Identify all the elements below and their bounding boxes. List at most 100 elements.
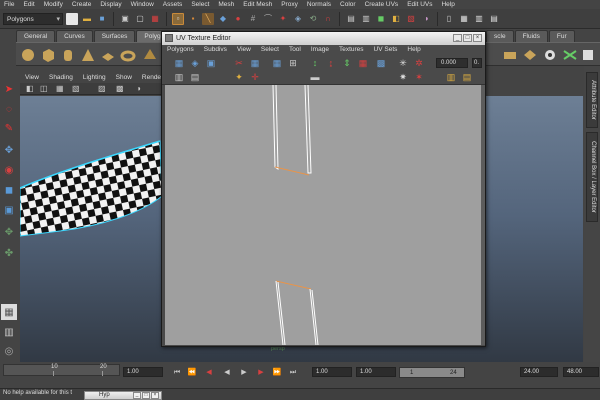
scale-tool-icon[interactable]: ◼ xyxy=(1,182,17,198)
lights-icon[interactable]: ◑ xyxy=(136,84,141,93)
menu-assets[interactable]: Assets xyxy=(159,0,188,9)
minimize-icon[interactable]: _ xyxy=(453,34,462,42)
step-back-key-icon[interactable]: ⏪ xyxy=(187,368,197,378)
shelf-tab-fur[interactable]: Fur xyxy=(548,30,575,42)
shelf-tab-muscle[interactable]: scle xyxy=(486,30,514,42)
show-tool-settings-icon[interactable]: ▥ xyxy=(473,13,485,25)
go-to-end-icon[interactable]: ⏭ xyxy=(288,368,298,378)
select-component-icon[interactable]: ▦ xyxy=(149,13,161,25)
uv-menu-image[interactable]: Image xyxy=(306,45,334,55)
uv-distortion-icon[interactable]: ✲ xyxy=(414,58,424,68)
uv-copy-icon[interactable]: ▥ xyxy=(446,72,456,82)
smooth-shade-icon[interactable]: ▨ xyxy=(98,84,106,93)
go-to-start-icon[interactable]: ⏮ xyxy=(172,368,182,378)
select-object-icon[interactable]: ▢ xyxy=(134,13,146,25)
show-attribute-editor-icon[interactable]: ▦ xyxy=(458,13,470,25)
lasso-tool-icon[interactable]: ◌ xyxy=(1,101,17,117)
wireframe-icon[interactable]: ▧ xyxy=(72,84,80,93)
menu-display[interactable]: Display xyxy=(96,0,126,9)
shelf-tool-icon[interactable] xyxy=(502,47,518,63)
menu-proxy[interactable]: Proxy xyxy=(277,0,303,9)
anim-start-field[interactable]: 1.00 xyxy=(356,367,396,377)
select-hierarchy-icon[interactable]: ▣ xyxy=(119,13,131,25)
grid-icon[interactable]: ▦ xyxy=(56,84,64,93)
menu-select[interactable]: Select xyxy=(187,0,214,9)
poly-cylinder-icon[interactable] xyxy=(60,47,76,63)
uv-grid-icon[interactable]: ⊞ xyxy=(288,58,298,68)
current-frame-field[interactable]: 1.00 xyxy=(123,367,163,377)
shelf-tool-icon[interactable] xyxy=(522,47,538,63)
bookmark-icon[interactable]: ◫ xyxy=(40,84,48,93)
vertex-mask-icon[interactable]: ▪ xyxy=(187,13,199,25)
uv-menu-textures[interactable]: Textures xyxy=(334,45,369,55)
show-channel-box-icon[interactable]: ▤ xyxy=(488,13,500,25)
poly-cube-icon[interactable] xyxy=(40,47,56,63)
select-tool-icon[interactable]: ➤ xyxy=(1,81,17,97)
camera-icon[interactable]: ◧ xyxy=(26,84,34,93)
menu-color[interactable]: Color xyxy=(336,0,361,9)
maximize-icon[interactable]: □ xyxy=(463,34,472,42)
save-scene-icon[interactable]: ■ xyxy=(96,13,108,25)
viewport-menu-show[interactable]: Show xyxy=(111,73,137,83)
uv-straighten-icon[interactable]: ⇕ xyxy=(342,58,352,68)
shelf-tab-general[interactable]: General xyxy=(16,30,56,42)
attribute-editor-tab[interactable]: Attribute Editor xyxy=(586,72,598,128)
uv-menu-help[interactable]: Help xyxy=(402,45,425,55)
time-ruler[interactable]: 10 20 xyxy=(3,364,120,376)
menu-window[interactable]: Window xyxy=(127,0,159,9)
input-line-icon[interactable]: ▯ xyxy=(443,13,455,25)
shelf-tool-icon[interactable] xyxy=(562,47,578,63)
uv-texture-borders-icon[interactable]: ✶ xyxy=(414,72,424,82)
uv-shaded-icon[interactable]: ✳ xyxy=(398,58,408,68)
uv-scrollbar[interactable] xyxy=(481,85,485,345)
uv-align-icon[interactable]: ▦ xyxy=(272,58,282,68)
render-settings-icon[interactable]: ▧ xyxy=(405,13,417,25)
uv-filter-icon[interactable]: ✷ xyxy=(398,72,408,82)
range-start-field[interactable]: 1.00 xyxy=(312,367,352,377)
menu-edit[interactable]: Edit xyxy=(19,0,39,9)
uv-cut-icon[interactable]: ✂ xyxy=(234,58,244,68)
menu-normals[interactable]: Normals xyxy=(303,0,336,9)
uv-value-field[interactable]: 0.000 xyxy=(436,58,468,68)
uv-rotate-icon[interactable]: ▤ xyxy=(190,72,200,82)
step-back-frame-icon[interactable]: ◀ xyxy=(204,368,214,378)
snap-grid-icon[interactable]: # xyxy=(247,13,259,25)
uv-menu-subdivs[interactable]: Subdivs xyxy=(199,45,232,55)
menu-create-uvs[interactable]: Create UVs xyxy=(361,0,404,9)
snap-view-icon[interactable]: ◈ xyxy=(292,13,304,25)
uv-menu-polygons[interactable]: Polygons xyxy=(162,45,199,55)
menu-set-dropdown[interactable]: Polygons xyxy=(3,12,63,25)
uv-checker-icon[interactable]: ▦ xyxy=(358,58,368,68)
poly-torus-icon[interactable] xyxy=(120,47,136,63)
hypershade-icon[interactable]: ◑ xyxy=(420,13,432,25)
new-scene-icon[interactable] xyxy=(66,12,78,25)
uv-menu-uv-sets[interactable]: UV Sets xyxy=(369,45,403,55)
close-icon[interactable]: × xyxy=(473,34,482,42)
shelf-tab-surfaces[interactable]: Surfaces xyxy=(93,30,136,42)
maximize-icon[interactable]: □ xyxy=(142,392,150,399)
shelf-tool-icon[interactable] xyxy=(542,47,558,63)
uv-mask-icon[interactable]: ● xyxy=(232,13,244,25)
component-mode-icon[interactable]: ▫ xyxy=(172,12,184,25)
step-forward-key-icon[interactable]: ⏩ xyxy=(272,368,282,378)
menu-file[interactable]: File xyxy=(0,0,19,9)
viewport-menu-shading[interactable]: Shading xyxy=(44,73,78,83)
render-frame-icon[interactable]: ◼ xyxy=(375,13,387,25)
shelf-tab-curves[interactable]: Curves xyxy=(56,30,93,42)
uv-sew-icon[interactable]: ▦ xyxy=(250,58,260,68)
uv-image-icon[interactable]: ▩ xyxy=(376,58,386,68)
uv-lattice-icon[interactable]: ▣ xyxy=(206,58,216,68)
menu-edit-uvs[interactable]: Edit UVs xyxy=(403,0,437,9)
poly-plane-icon[interactable] xyxy=(100,47,116,63)
uv-unfold-icon[interactable]: ✦ xyxy=(234,72,244,82)
rotate-tool-icon[interactable]: ◉ xyxy=(1,162,17,178)
close-icon[interactable]: × xyxy=(151,392,159,399)
uv-move-icon[interactable]: ▦ xyxy=(174,58,184,68)
uv-smudge-icon[interactable]: ◈ xyxy=(190,58,200,68)
uv-menu-select[interactable]: Select xyxy=(256,45,284,55)
play-forwards-icon[interactable]: ▶ xyxy=(239,368,249,378)
menu-edit-mesh[interactable]: Edit Mesh xyxy=(239,0,277,9)
last-tool-icon[interactable]: ✥ xyxy=(1,224,17,240)
layout-outliner-icon[interactable]: ▥ xyxy=(1,324,17,340)
uv-normalize-icon[interactable]: ↨ xyxy=(326,58,336,68)
